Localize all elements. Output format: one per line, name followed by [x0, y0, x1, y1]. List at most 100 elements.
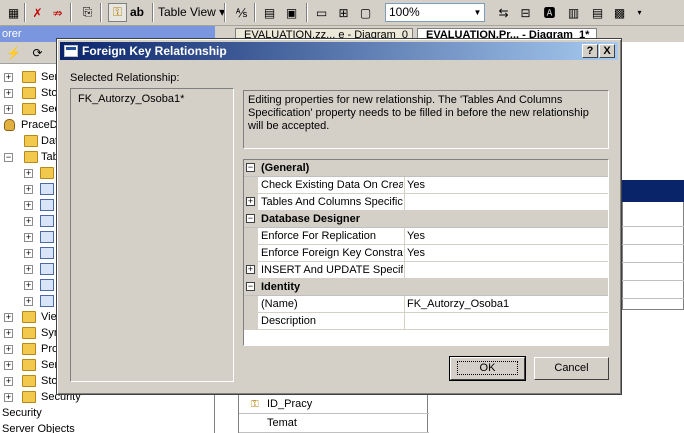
collapse-icon[interactable]: −: [4, 153, 13, 162]
grid-margin: [244, 228, 258, 245]
close-button[interactable]: X: [599, 44, 615, 58]
toolbar-separator: [70, 3, 72, 22]
ok-button[interactable]: OK: [449, 356, 526, 381]
folder-icon: [22, 375, 36, 387]
diagram-row-line: [622, 226, 684, 227]
grid-margin: [244, 245, 258, 262]
property-value[interactable]: FK_Autorzy_Osoba1: [404, 296, 608, 312]
collapse-icon[interactable]: −: [246, 163, 255, 172]
category-name: Identity: [261, 281, 301, 293]
expand-icon[interactable]: +: [4, 377, 13, 386]
property-value[interactable]: [404, 194, 608, 210]
grid-category-row[interactable]: − Database Designer: [244, 211, 608, 228]
property-value[interactable]: Yes: [404, 177, 608, 193]
cancel-button[interactable]: Cancel: [534, 357, 609, 380]
primary-key-icon[interactable]: ⚿: [108, 3, 127, 22]
expand-icon[interactable]: +: [24, 201, 33, 210]
properties-icon[interactable]: ▩: [610, 3, 629, 22]
expand-icon[interactable]: +: [24, 233, 33, 242]
diagram-table-header[interactable]: [622, 180, 684, 202]
expand-icon[interactable]: +: [246, 265, 255, 274]
column-name: Temat: [267, 417, 297, 429]
expand-icon[interactable]: +: [4, 329, 13, 338]
delete-icon[interactable]: ✗: [28, 3, 47, 22]
folder-icon: [24, 151, 38, 163]
table-view-dropdown[interactable]: Table View ▾: [158, 4, 225, 21]
cancel-label: Cancel: [554, 362, 589, 374]
remove-icon[interactable]: ⇏: [48, 3, 67, 22]
diagram-entity-table[interactable]: ⚿ ID_Pracy Temat: [238, 394, 429, 433]
grid-category-row[interactable]: − (General): [244, 160, 608, 177]
expand-icon[interactable]: +: [4, 73, 13, 82]
page-break-icon[interactable]: ▭: [312, 3, 331, 22]
property-value[interactable]: [404, 313, 608, 329]
expand-icon[interactable]: +: [24, 281, 33, 290]
property-value[interactable]: Yes: [404, 245, 608, 261]
grid-category-row[interactable]: − Identity: [244, 279, 608, 296]
zoom-select[interactable]: 100% ▼: [385, 3, 485, 22]
generate-script-icon[interactable]: ⎘: [78, 3, 97, 22]
column-row[interactable]: Temat: [239, 414, 429, 433]
folder-icon: [22, 343, 36, 355]
expand-icon[interactable]: +: [24, 217, 33, 226]
label-icon[interactable]: ab: [130, 4, 144, 21]
manage-indexes-icon[interactable]: ⊟: [516, 3, 535, 22]
expand-icon[interactable]: +: [4, 393, 13, 402]
category-name: (General): [261, 162, 310, 174]
expand-icon[interactable]: +: [24, 265, 33, 274]
selected-relationship-label: Selected Relationship:: [70, 72, 180, 84]
main-toolbar: ▦ ✗ ⇏ ⎘ ⚿ ab Table View ▾ ⅍ ▤ ▣ ▭ ⊞ ▢ 10…: [0, 0, 684, 26]
check-constraints-icon[interactable]: ▤: [588, 3, 607, 22]
connect-icon[interactable]: ⚡: [4, 43, 23, 62]
expand-icon[interactable]: +: [4, 313, 13, 322]
toolbar-overflow-icon[interactable]: ▾: [630, 3, 649, 22]
property-name: Check Existing Data On Creat: [261, 179, 403, 191]
refresh-icon[interactable]: ⟳: [28, 43, 47, 62]
grid-property-row[interactable]: + Tables And Columns Specifica: [244, 194, 608, 211]
arrange-tables-icon[interactable]: ▤: [260, 3, 279, 22]
grid-property-row[interactable]: Enforce For Replication Yes: [244, 228, 608, 245]
grid-property-row[interactable]: + INSERT And UPDATE Specifica: [244, 262, 608, 279]
grid-property-row[interactable]: (Name) FK_Autorzy_Osoba1: [244, 296, 608, 313]
expand-icon[interactable]: +: [4, 89, 13, 98]
expand-icon[interactable]: +: [4, 345, 13, 354]
new-text-annotation-icon[interactable]: ▢: [356, 3, 375, 22]
help-button[interactable]: ?: [582, 44, 598, 58]
expand-icon[interactable]: +: [24, 297, 33, 306]
grid-margin: [244, 313, 258, 330]
property-value[interactable]: Yes: [404, 228, 608, 244]
grid-property-row[interactable]: Description: [244, 313, 608, 330]
grid-property-row[interactable]: Enforce Foreign Key Constrai Yes: [244, 245, 608, 262]
collapse-icon[interactable]: −: [246, 282, 255, 291]
dialog-titlebar[interactable]: Foreign Key Relationship ? X: [60, 42, 618, 60]
grid-icon[interactable]: ▦: [4, 3, 23, 22]
property-grid[interactable]: − (General) Check Existing Data On Creat Ye…: [243, 159, 609, 346]
folder-icon: [22, 391, 36, 403]
table-icon: [40, 215, 54, 227]
relationship-icon[interactable]: ⇆: [494, 3, 513, 22]
toolbar-separator: [152, 3, 154, 22]
toolbar-separator: [24, 3, 26, 22]
relationship-item[interactable]: FK_Autorzy_Osoba1*: [78, 93, 184, 105]
arrange-selection-icon[interactable]: ▣: [282, 3, 301, 22]
expand-icon[interactable]: +: [24, 185, 33, 194]
folder-icon: [22, 327, 36, 339]
autosize-icon[interactable]: ⅍: [232, 3, 251, 22]
expand-icon[interactable]: +: [24, 169, 33, 178]
collapse-icon[interactable]: −: [246, 214, 255, 223]
manage-fulltext-icon[interactable]: 🅰: [540, 3, 559, 22]
grid-property-row[interactable]: Check Existing Data On Creat Yes: [244, 177, 608, 194]
relationship-list[interactable]: FK_Autorzy_Osoba1*: [70, 88, 234, 382]
property-name: Description: [261, 315, 317, 327]
expand-icon[interactable]: +: [246, 197, 255, 206]
recalc-page-icon[interactable]: ⊞: [334, 3, 353, 22]
chevron-down-icon: ▼: [473, 8, 482, 17]
property-value[interactable]: [404, 262, 608, 278]
tree-label: PraceD: [21, 119, 58, 131]
column-row[interactable]: ⚿ ID_Pracy: [239, 395, 429, 414]
manage-xml-icon[interactable]: ▥: [564, 3, 583, 22]
expand-icon[interactable]: +: [24, 249, 33, 258]
expand-icon[interactable]: +: [4, 361, 13, 370]
expand-icon[interactable]: +: [4, 105, 13, 114]
property-name: Tables And Columns Specifica: [261, 196, 403, 208]
